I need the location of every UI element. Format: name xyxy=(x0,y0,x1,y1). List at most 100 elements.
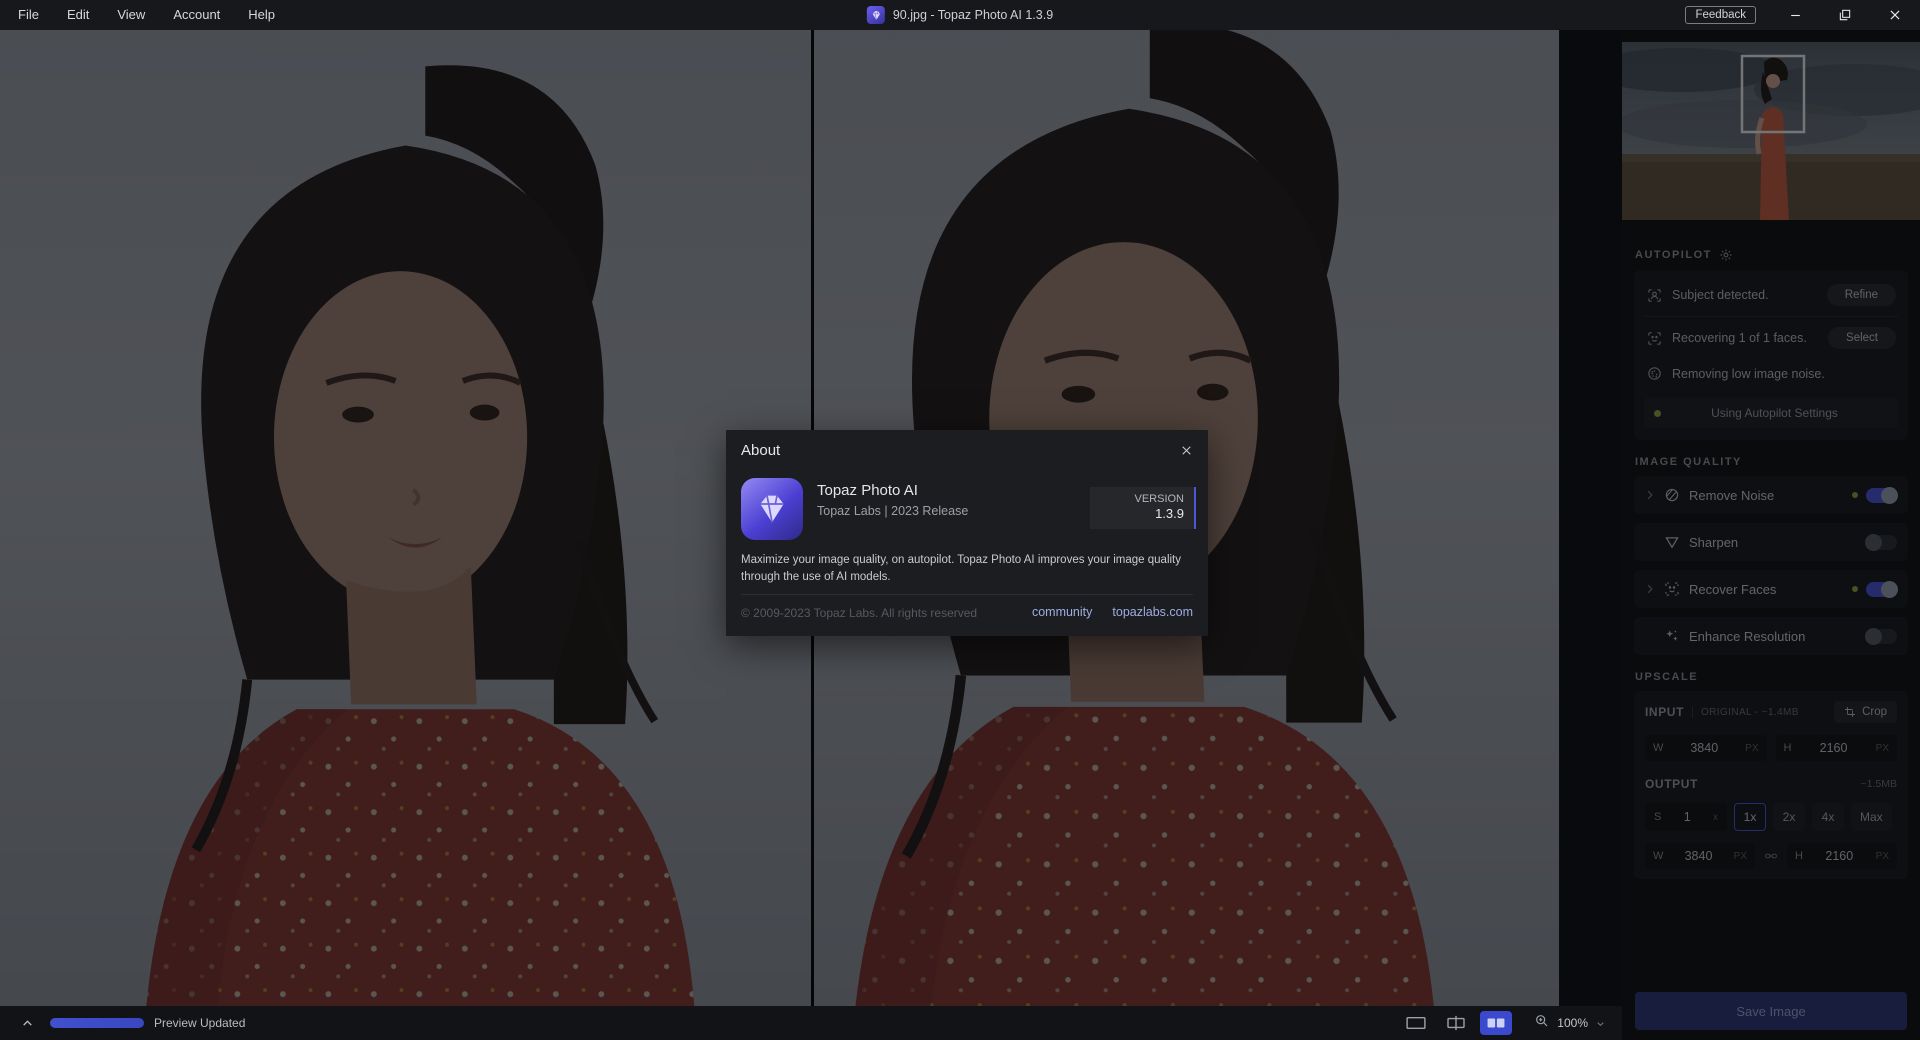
restore-button[interactable] xyxy=(1820,0,1870,30)
dialog-divider xyxy=(741,594,1193,595)
split-view-button[interactable] xyxy=(1440,1011,1472,1035)
navigation-thumbnail[interactable] xyxy=(1622,42,1920,220)
enhance-resolution-label: Enhance Resolution xyxy=(1689,628,1806,644)
crop-label: Crop xyxy=(1862,706,1887,718)
menu-view[interactable]: View xyxy=(103,0,159,30)
save-image-button[interactable]: Save Image xyxy=(1635,992,1907,1030)
subject-detected-label: Subject detected. xyxy=(1672,288,1769,302)
upscale-header: UPSCALE xyxy=(1635,671,1907,683)
enhance-resolution-icon xyxy=(1666,630,1678,641)
preview-status-text: Preview Updated xyxy=(154,1016,246,1030)
sharpen-toggle[interactable] xyxy=(1865,533,1897,551)
recovering-faces-label: Recovering 1 of 1 faces. xyxy=(1672,331,1807,345)
custom-scale-field[interactable]: S 1 x xyxy=(1645,803,1727,831)
output-label: OUTPUT xyxy=(1645,777,1698,791)
crop-icon xyxy=(1845,707,1856,717)
sharpen-label: Sharpen xyxy=(1689,534,1739,550)
output-height-label: H xyxy=(1795,850,1803,862)
output-width-label: W xyxy=(1653,850,1664,862)
output-width-unit: PX xyxy=(1733,850,1747,862)
autopilot-status-button[interactable]: Using Autopilot Settings xyxy=(1644,398,1898,428)
custom-scale-value: 1 xyxy=(1683,810,1691,824)
upscale-header-label: UPSCALE xyxy=(1635,671,1699,683)
input-height-field[interactable]: H 2160 PX xyxy=(1775,735,1897,761)
dialog-close-icon[interactable] xyxy=(1175,439,1197,461)
removing-noise-label: Removing low image noise. xyxy=(1672,366,1825,381)
filter-enhance-resolution[interactable]: Enhance Resolution xyxy=(1634,617,1908,655)
menubar: File Edit View Account Help xyxy=(0,0,289,30)
filter-remove-noise[interactable]: Remove Noise xyxy=(1634,476,1908,514)
remove-noise-toggle[interactable] xyxy=(1866,486,1898,504)
sharpen-icon xyxy=(1665,537,1679,549)
autopilot-divider xyxy=(1644,316,1898,317)
link-dimensions-icon[interactable] xyxy=(1764,849,1778,863)
sidebar: AUTOPILOT Subject detected. Refine Recov… xyxy=(1622,30,1920,1040)
zoom-dropdown-icon[interactable] xyxy=(1595,1018,1606,1029)
input-width-value: 3840 xyxy=(1690,741,1719,755)
version-value: 1.3.9 xyxy=(1155,506,1184,521)
close-button[interactable] xyxy=(1870,0,1920,30)
select-faces-button[interactable]: Select xyxy=(1828,327,1896,349)
feedback-button[interactable]: Feedback xyxy=(1685,6,1756,24)
recover-faces-toggle[interactable] xyxy=(1866,580,1898,598)
input-meta: ORIGINAL - ~1.4MB xyxy=(1692,706,1799,718)
output-dimensions-row: W 3840 PX H 2160 PX xyxy=(1645,843,1897,869)
input-width-field[interactable]: W 3840 PX xyxy=(1645,735,1767,761)
input-height-label: H xyxy=(1783,742,1792,754)
scale-4x-button[interactable]: 4x xyxy=(1812,803,1844,831)
dialog-links: community topazlabs.com xyxy=(1032,605,1193,619)
crop-button[interactable]: Crop xyxy=(1834,701,1897,723)
minimize-button[interactable] xyxy=(1770,0,1820,30)
input-label: INPUT xyxy=(1645,705,1684,719)
autopilot-row-noise: Removing low image noise. xyxy=(1644,357,1898,390)
input-width-label: W xyxy=(1653,742,1664,754)
autopilot-status-label: Using Autopilot Settings xyxy=(1711,406,1838,420)
autopilot-header-label: AUTOPILOT xyxy=(1635,249,1712,261)
single-view-button[interactable] xyxy=(1400,1011,1432,1035)
upscale-panel: INPUT ORIGINAL - ~1.4MB Crop W 3840 PX H xyxy=(1634,691,1908,879)
menu-file[interactable]: File xyxy=(4,0,53,30)
autopilot-panel: Subject detected. Refine Recovering 1 of… xyxy=(1634,270,1908,440)
recover-faces-icon xyxy=(1665,582,1679,596)
image-quality-header-label: IMAGE QUALITY xyxy=(1635,456,1742,468)
scale-1x-button[interactable]: 1x xyxy=(1734,803,1766,831)
menu-help[interactable]: Help xyxy=(234,0,289,30)
autopilot-active-dot xyxy=(1654,409,1661,417)
progress-bar xyxy=(50,1018,144,1028)
version-label: VERSION xyxy=(1134,493,1184,505)
scale-2x-button[interactable]: 2x xyxy=(1773,803,1805,831)
filter-sharpen[interactable]: Sharpen xyxy=(1634,523,1908,561)
refine-button[interactable]: Refine xyxy=(1826,284,1896,306)
autopilot-row-faces: Recovering 1 of 1 faces. Select xyxy=(1644,319,1898,357)
menu-account[interactable]: Account xyxy=(159,0,234,30)
filter-recover-faces[interactable]: Recover Faces xyxy=(1634,570,1908,608)
chevron-right-icon[interactable] xyxy=(1645,490,1655,500)
enhance-resolution-toggle[interactable] xyxy=(1865,627,1897,645)
zoom-in-icon[interactable] xyxy=(1534,1013,1550,1034)
community-link[interactable]: community xyxy=(1032,605,1092,619)
scale-max-button[interactable]: Max xyxy=(1851,803,1892,831)
zoom-level[interactable]: 100% xyxy=(1557,1016,1588,1030)
sidebar-sections: AUTOPILOT Subject detected. Refine Recov… xyxy=(1622,232,1920,879)
app-subtitle: Topaz Labs | 2023 Release xyxy=(817,504,969,518)
collapse-panel-button[interactable] xyxy=(16,1013,38,1033)
side-by-side-view-button[interactable] xyxy=(1480,1011,1513,1035)
output-width-field[interactable]: W 3840 PX xyxy=(1645,843,1755,869)
chevron-right-icon[interactable] xyxy=(1645,584,1655,594)
autopilot-settings-gear-icon[interactable] xyxy=(1719,248,1733,262)
image-quality-header: IMAGE QUALITY xyxy=(1635,456,1907,468)
output-height-field[interactable]: H 2160 PX xyxy=(1787,843,1897,869)
remove-noise-label: Remove Noise xyxy=(1689,487,1775,503)
input-width-unit: PX xyxy=(1745,742,1759,754)
version-box: VERSION 1.3.9 xyxy=(1090,487,1196,529)
topazlabs-link[interactable]: topazlabs.com xyxy=(1112,605,1193,619)
output-meta: ~1.5MB xyxy=(1860,778,1897,790)
autopilot-row-subject: Subject detected. Refine xyxy=(1644,276,1898,314)
window-title-text: 90.jpg - Topaz Photo AI 1.3.9 xyxy=(892,8,1054,22)
about-dialog: About Topaz Photo AI Topaz Labs | 2023 R… xyxy=(726,430,1208,636)
zoom-controls: 100% xyxy=(1534,1013,1606,1034)
menu-edit[interactable]: Edit xyxy=(53,0,103,30)
output-width-value: 3840 xyxy=(1684,849,1713,863)
statusbar: Preview Updated 100% xyxy=(0,1006,1622,1040)
noise-removal-icon xyxy=(1648,367,1661,380)
